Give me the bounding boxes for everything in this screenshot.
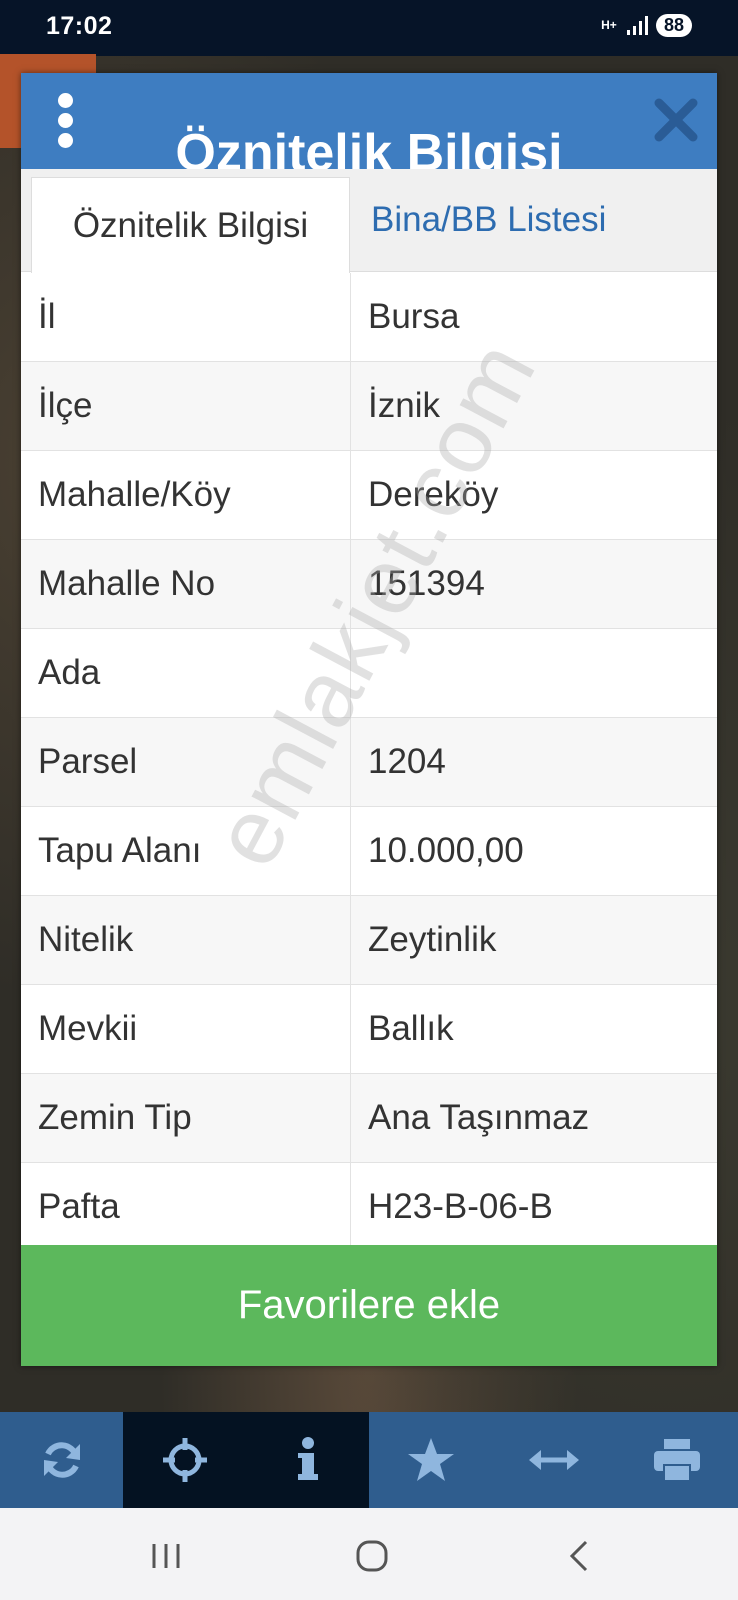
signal-icon [626,15,648,35]
recent-apps-icon[interactable] [146,1536,186,1576]
table-row: Mevkii Ballık [21,985,717,1074]
table-row: İl Bursa [21,273,717,362]
dialog-header: Öznitelik Bilgisi [21,73,717,169]
table-row: Tapu Alanı 10.000,00 [21,807,717,896]
info-button[interactable] [246,1412,369,1508]
status-icons: H+ 88 [600,14,692,37]
add-to-favorites-button[interactable]: Favorilere ekle [21,1245,717,1366]
close-icon[interactable] [649,93,703,147]
battery-level: 88 [655,14,692,37]
back-icon[interactable] [560,1536,600,1576]
table-row: Nitelik Zeytinlik [21,896,717,985]
row-value: Ballık [368,1009,454,1048]
tab-attribute-info[interactable]: Öznitelik Bilgisi [31,177,350,273]
locate-button[interactable] [123,1412,246,1508]
row-key: Pafta [21,1163,351,1251]
row-key: Mahalle No [21,540,351,628]
row-key: Nitelik [21,896,351,984]
home-icon[interactable] [352,1536,392,1576]
attribute-table: İl Bursa İlçe İznik Mahalle/Köy Dereköy … [21,273,717,1252]
row-key: İl [21,273,351,361]
refresh-button[interactable] [0,1412,123,1508]
system-navigation-bar [0,1508,738,1600]
row-value: Bursa [368,297,460,336]
measure-icon [528,1450,579,1470]
table-row: İlçe İznik [21,362,717,451]
row-value: Ana Taşınmaz [368,1098,590,1137]
bottom-toolbar [0,1412,738,1508]
tab-building-list[interactable]: Bina/BB Listesi [371,169,606,271]
star-icon [407,1438,454,1481]
attribute-info-dialog: Öznitelik Bilgisi Öznitelik Bilgisi Bina… [21,73,717,1366]
row-key: Mahalle/Köy [21,451,351,539]
dialog-title: Öznitelik Bilgisi [175,124,563,169]
crosshair-icon [162,1438,207,1482]
network-type-label: H+ [601,18,617,32]
print-button[interactable] [615,1412,738,1508]
measure-button[interactable] [492,1412,615,1508]
row-value: 1204 [368,742,446,781]
info-icon [297,1437,318,1480]
status-time: 17:02 [46,12,113,40]
table-row: Parsel 1204 [21,718,717,807]
print-icon [653,1439,700,1482]
tab-bar: Öznitelik Bilgisi Bina/BB Listesi [21,169,717,273]
row-key: Zemin Tip [21,1074,351,1162]
row-value: Zeytinlik [368,920,497,959]
status-bar: 17:02 H+ 88 [0,0,738,56]
row-value: H23-B-06-B [368,1187,553,1226]
table-row: Pafta H23-B-06-B [21,1163,717,1252]
row-key: İlçe [21,362,351,450]
row-key: Mevkii [21,985,351,1073]
favorites-button[interactable] [369,1412,492,1508]
table-row: Zemin Tip Ana Taşınmaz [21,1074,717,1163]
row-value: 10.000,00 [368,831,524,870]
refresh-icon [43,1442,80,1478]
